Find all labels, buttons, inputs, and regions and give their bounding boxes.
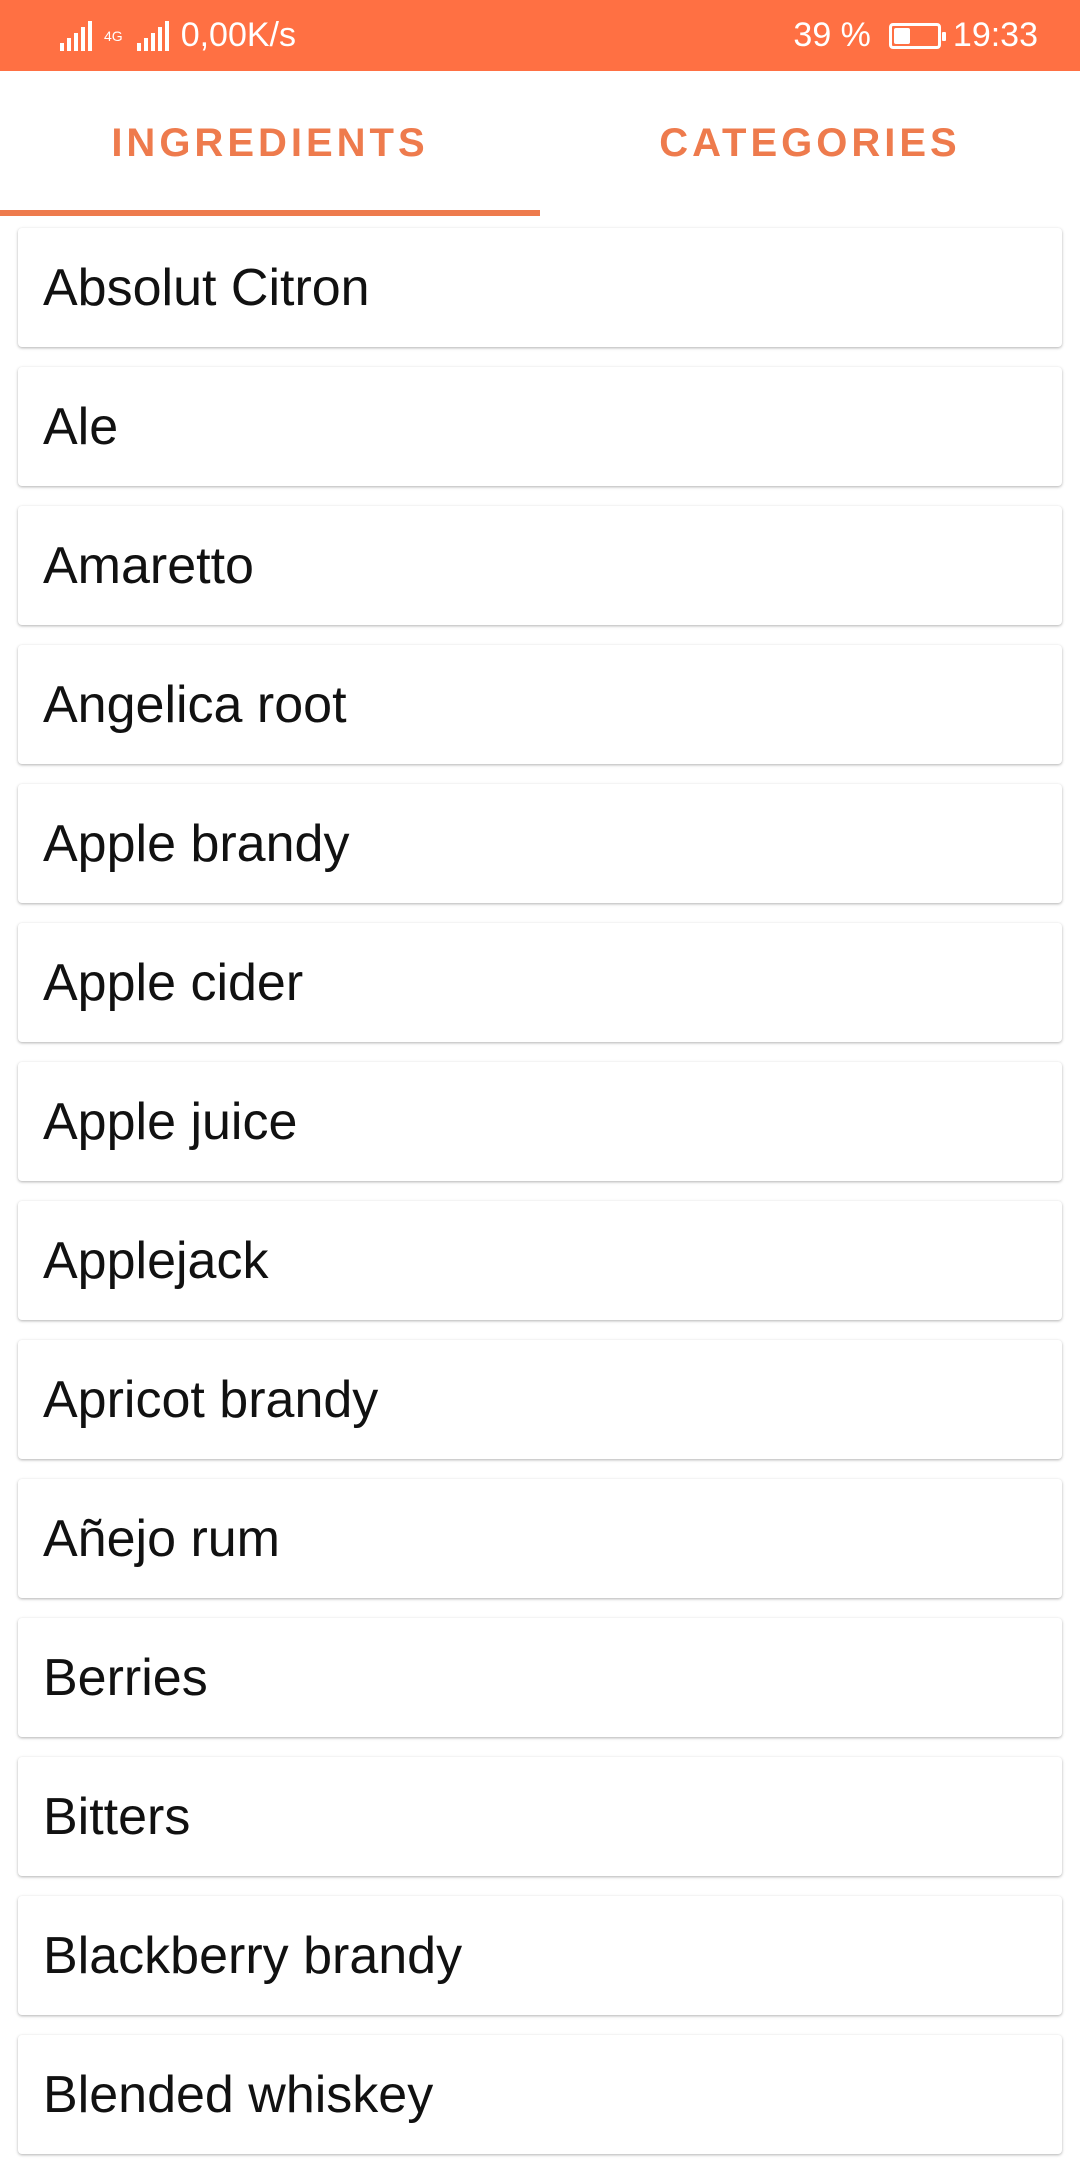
- network-type-label: 4G: [104, 27, 123, 44]
- signal-strength-icon: [60, 20, 92, 51]
- list-item[interactable]: Añejo rum: [18, 1479, 1062, 1598]
- list-item[interactable]: Applejack: [18, 1201, 1062, 1320]
- tab-ingredients[interactable]: INGREDIENTS: [0, 71, 540, 216]
- list-item[interactable]: Berries: [18, 1618, 1062, 1737]
- list-item-label: Añejo rum: [43, 1509, 280, 1568]
- list-item-label: Amaretto: [43, 536, 254, 595]
- list-item-label: Berries: [43, 1648, 208, 1707]
- list-item[interactable]: Apricot brandy: [18, 1340, 1062, 1459]
- ingredient-list[interactable]: Absolut Citron Ale Amaretto Angelica root Ap…: [0, 216, 1080, 2160]
- list-item[interactable]: Blended whiskey: [18, 2035, 1062, 2154]
- network-speed: 0,00K/s: [180, 16, 296, 54]
- network-type-badge: 4G: [104, 29, 123, 43]
- battery-fill: [893, 27, 910, 44]
- status-right: 39 % 19:33: [793, 16, 1038, 55]
- list-item-label: Ale: [43, 397, 119, 456]
- battery-icon: [888, 22, 946, 49]
- list-item[interactable]: Apple cider: [18, 923, 1062, 1042]
- list-item-label: Angelica root: [43, 675, 347, 734]
- battery-percent: 39 %: [793, 16, 871, 54]
- list-item[interactable]: Apple brandy: [18, 784, 1062, 903]
- list-item[interactable]: Ale: [18, 367, 1062, 486]
- list-item-label: Absolut Citron: [43, 258, 370, 317]
- list-item-label: Apple cider: [43, 953, 304, 1012]
- list-item[interactable]: Amaretto: [18, 506, 1062, 625]
- list-item-label: Applejack: [43, 1231, 269, 1290]
- list-item[interactable]: Absolut Citron: [18, 228, 1062, 347]
- signal-strength-secondary-icon: [136, 20, 169, 51]
- list-item[interactable]: Apple juice: [18, 1062, 1062, 1181]
- list-item-label: Blended whiskey: [43, 2065, 434, 2124]
- list-item-label: Blackberry brandy: [43, 1926, 463, 1985]
- list-item[interactable]: Angelica root: [18, 645, 1062, 764]
- tab-ingredients-label: INGREDIENTS: [111, 121, 429, 165]
- list-item-label: Apple juice: [43, 1092, 298, 1151]
- list-item-label: Apricot brandy: [43, 1370, 379, 1429]
- tab-categories[interactable]: CATEGORIES: [540, 71, 1080, 216]
- list-item-label: Apple brandy: [43, 814, 350, 873]
- list-item-label: Bitters: [43, 1787, 191, 1846]
- clock: 19:33: [952, 16, 1038, 54]
- status-bar: 4G 0,00K/s 39 % 19:33: [0, 0, 1080, 71]
- tab-bar: INGREDIENTS CATEGORIES: [0, 71, 1080, 216]
- list-item[interactable]: Blackberry brandy: [18, 1896, 1062, 2015]
- tab-categories-label: CATEGORIES: [659, 121, 961, 165]
- status-left: 4G 0,00K/s: [60, 16, 296, 55]
- list-item[interactable]: Bitters: [18, 1757, 1062, 1876]
